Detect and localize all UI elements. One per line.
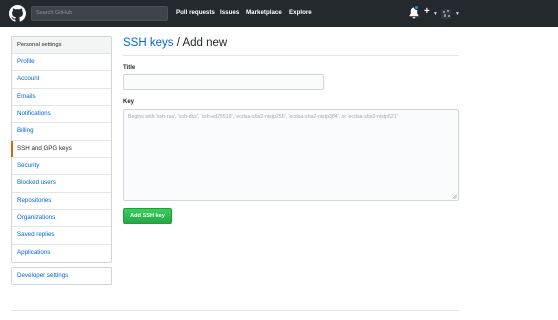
sidebar-item-blocked-users[interactable]: Blocked users <box>12 175 111 193</box>
resize-grip-icon[interactable] <box>452 194 457 199</box>
key-textarea[interactable]: Begins with 'ssh-rsa', 'ssh-dss', 'ssh-e… <box>123 109 459 201</box>
breadcrumb-ssh-keys[interactable]: SSH keys <box>123 37 174 49</box>
add-ssh-key-button[interactable]: Add SSH key <box>123 208 172 224</box>
settings-sidebar: Personal settings Profile Account Emails… <box>11 36 112 264</box>
sidebar-item-organizations[interactable]: Organizations <box>12 210 111 228</box>
github-logo-icon[interactable] <box>9 5 26 22</box>
chevron-down-icon: ▼ <box>455 11 460 17</box>
nav-explore[interactable]: Explore <box>289 9 312 17</box>
page-title: SSH keys / Add new <box>123 36 227 51</box>
chevron-down-icon: ▼ <box>433 11 438 17</box>
sidebar-item-billing[interactable]: Billing <box>12 123 111 141</box>
notification-indicator <box>414 5 419 10</box>
sidebar-item-security[interactable]: Security <box>12 158 111 176</box>
key-placeholder: Begins with 'ssh-rsa', 'ssh-dss', 'ssh-e… <box>128 114 398 120</box>
page-title-text: Add new <box>182 37 228 49</box>
nav-issues[interactable]: Issues <box>220 9 239 17</box>
key-label: Key <box>123 99 135 105</box>
sidebar-item-emails[interactable]: Emails <box>12 89 111 107</box>
sidebar-heading: Personal settings <box>12 37 111 54</box>
breadcrumb-separator: / <box>176 37 180 49</box>
avatar-icon[interactable] <box>441 9 451 19</box>
nav-pull-requests[interactable]: Pull requests <box>176 9 215 17</box>
footer-divider <box>11 310 459 311</box>
search-input[interactable]: Search GitHub <box>31 6 168 21</box>
sidebar-item-notifications[interactable]: Notifications <box>12 106 111 124</box>
top-header: Search GitHub Pull requests Issues Marke… <box>0 0 558 27</box>
sidebar-item-applications[interactable]: Applications <box>12 245 111 262</box>
title-divider <box>123 55 459 56</box>
title-field[interactable] <box>123 74 324 90</box>
sidebar-item-repositories[interactable]: Repositories <box>12 193 111 211</box>
plus-icon[interactable]: + <box>424 6 430 18</box>
sidebar-item-ssh-gpg-keys[interactable]: SSH and GPG keys <box>11 140 111 159</box>
sidebar-item-profile[interactable]: Profile <box>12 54 111 72</box>
nav-marketplace[interactable]: Marketplace <box>246 9 282 17</box>
sidebar-item-developer-settings[interactable]: Developer settings <box>11 267 112 285</box>
sidebar-item-saved-replies[interactable]: Saved replies <box>12 227 111 245</box>
title-label: Title <box>123 65 136 71</box>
sidebar-item-account[interactable]: Account <box>12 71 111 89</box>
